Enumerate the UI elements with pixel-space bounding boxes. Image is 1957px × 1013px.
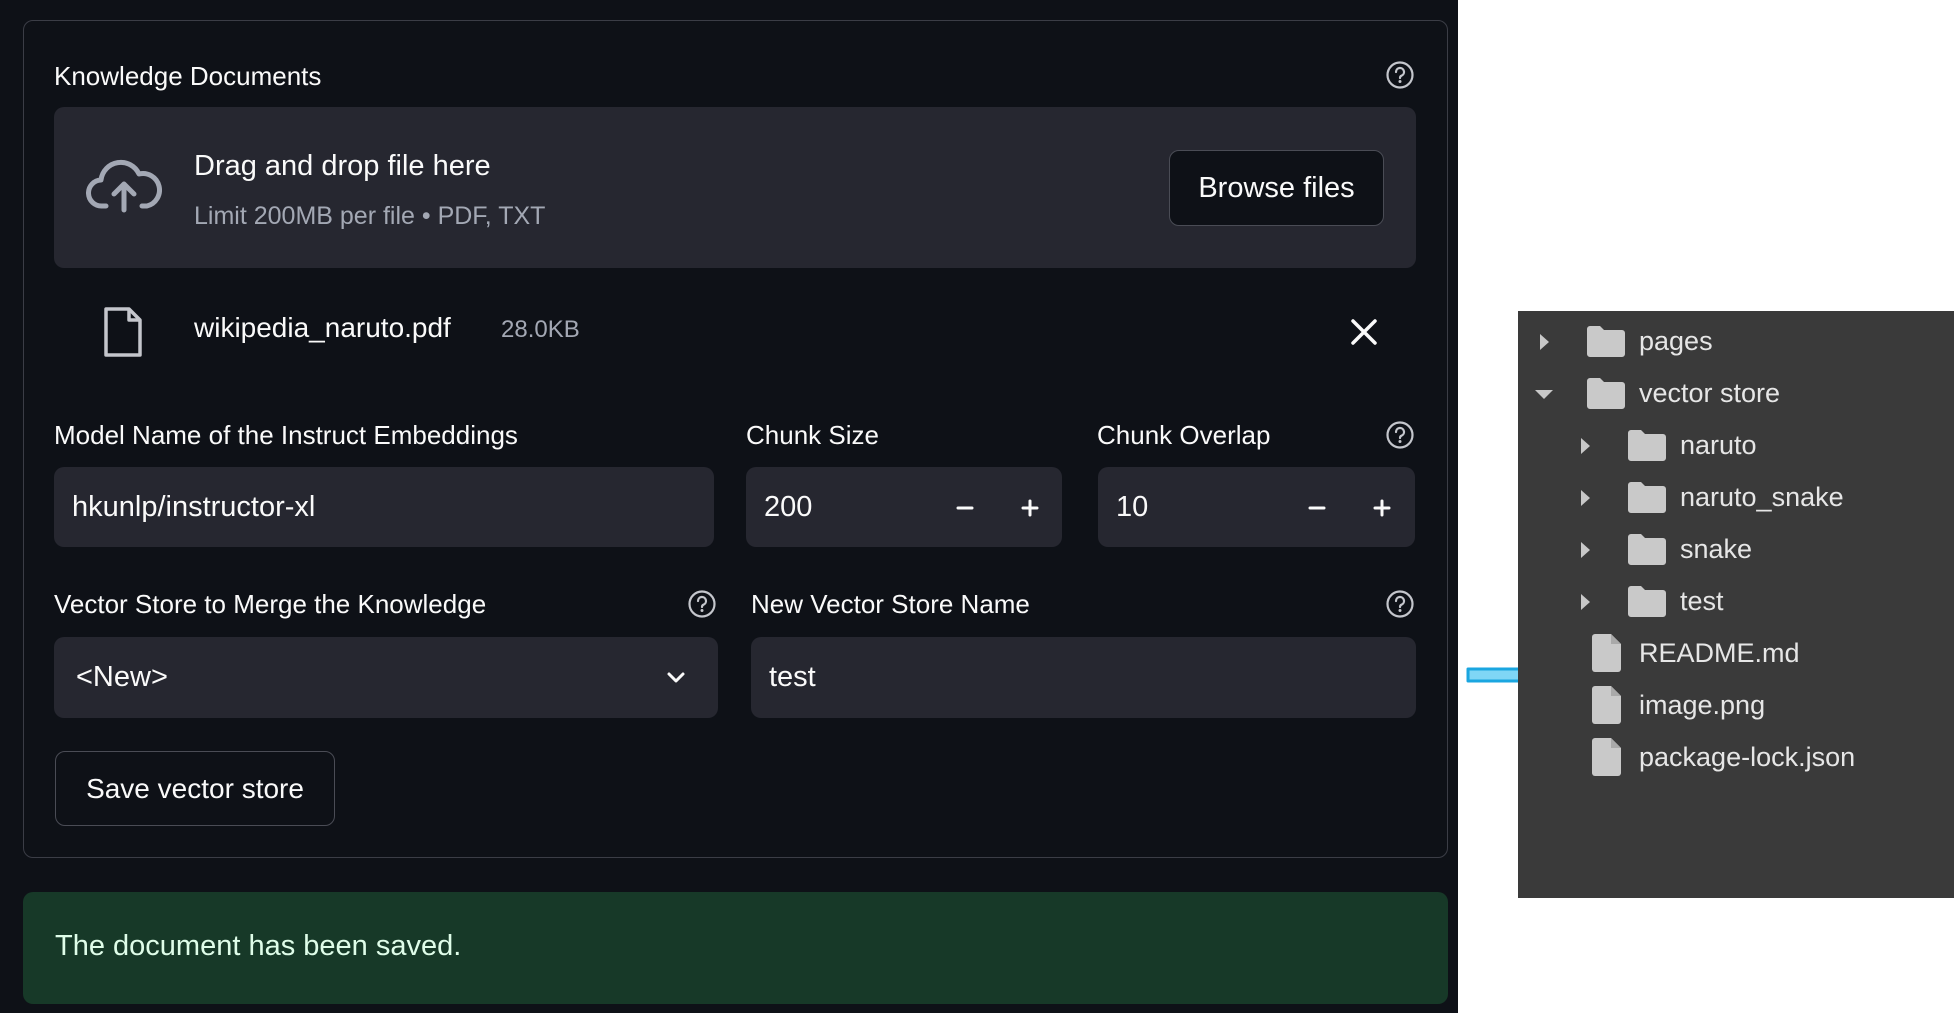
merge-store-select[interactable]: <New> [54, 637, 718, 718]
file-icon [102, 306, 144, 358]
chevron-right-icon[interactable] [1532, 330, 1556, 354]
tree-item-readme[interactable]: README.md [1518, 623, 1954, 683]
browse-files-button[interactable]: Browse files [1169, 150, 1384, 226]
tree-item-label: vector store [1639, 378, 1781, 408]
help-icon[interactable] [1385, 589, 1415, 619]
dropzone-title: Drag and drop file here [194, 150, 491, 182]
file-explorer: pages vector store naruto naruto_snake s… [1518, 311, 1954, 898]
tree-item-label: image.png [1639, 690, 1766, 720]
folder-icon [1627, 532, 1667, 566]
cloud-upload-icon [86, 150, 162, 222]
tree-item-snake[interactable]: snake [1518, 519, 1954, 579]
tree-item-label: package-lock.json [1639, 742, 1856, 772]
tree-item-label: naruto [1680, 430, 1757, 460]
tree-item-pages[interactable]: pages [1518, 311, 1954, 371]
tree-item-label: README.md [1639, 638, 1800, 668]
tree-item-label: test [1680, 586, 1724, 616]
chevron-right-icon[interactable] [1573, 538, 1597, 562]
chunk-overlap-increment-icon[interactable] [1362, 488, 1402, 528]
save-vector-store-button[interactable]: Save vector store [55, 751, 335, 826]
chunk-size-increment-icon[interactable] [1010, 488, 1050, 528]
chevron-down-icon[interactable] [1532, 382, 1556, 406]
chevron-down-icon[interactable] [662, 664, 690, 692]
tree-item-image-png[interactable]: image.png [1518, 675, 1954, 735]
success-message: The document has been saved. [55, 930, 462, 962]
help-icon[interactable] [1385, 420, 1415, 450]
uploaded-file-name: wikipedia_naruto.pdf [194, 312, 451, 343]
model-name-label: Model Name of the Instruct Embeddings [54, 420, 518, 450]
dropzone-limits: Limit 200MB per file • PDF, TXT [194, 202, 546, 230]
help-icon[interactable] [687, 589, 717, 619]
file-icon [1590, 685, 1622, 725]
tree-item-label: naruto_snake [1680, 482, 1844, 512]
chunk-overlap-label: Chunk Overlap [1097, 420, 1271, 450]
success-alert: The document has been saved. [23, 892, 1448, 1004]
folder-icon [1627, 480, 1667, 514]
remove-file-close-icon[interactable] [1348, 316, 1380, 348]
tree-item-package-lock[interactable]: package-lock.json [1518, 727, 1954, 787]
merge-store-label: Vector Store to Merge the Knowledge [54, 589, 487, 619]
chevron-right-icon[interactable] [1573, 590, 1597, 614]
chunk-size-label: Chunk Size [746, 420, 879, 450]
folder-icon [1627, 428, 1667, 462]
tree-item-label: pages [1639, 326, 1713, 356]
chunk-overlap-decrement-icon[interactable] [1297, 488, 1337, 528]
file-icon [1590, 633, 1622, 673]
knowledge-documents-label: Knowledge Documents [54, 61, 322, 91]
folder-icon [1586, 376, 1626, 410]
file-icon [1590, 737, 1622, 777]
streamlit-app-pane: Knowledge Documents Drag and drop file h… [0, 0, 1458, 1013]
tree-item-label: snake [1680, 534, 1753, 564]
folder-icon [1627, 584, 1667, 618]
new-store-name-label: New Vector Store Name [751, 589, 1030, 619]
chevron-right-icon[interactable] [1573, 486, 1597, 510]
chunk-size-decrement-icon[interactable] [945, 488, 985, 528]
tree-item-naruto-snake[interactable]: naruto_snake [1518, 467, 1954, 527]
folder-icon [1586, 324, 1626, 358]
tree-item-test[interactable]: test [1518, 571, 1954, 631]
chevron-right-icon[interactable] [1573, 434, 1597, 458]
merge-store-selected-value: <New> [76, 661, 168, 693]
tree-item-naruto[interactable]: naruto [1518, 415, 1954, 475]
help-icon[interactable] [1385, 60, 1415, 90]
tree-item-vector-store[interactable]: vector store [1518, 363, 1954, 423]
new-store-name-input[interactable]: test [751, 637, 1416, 718]
uploaded-file-size: 28.0KB [501, 316, 580, 343]
model-name-input[interactable]: hkunlp/instructor-xl [54, 467, 714, 547]
